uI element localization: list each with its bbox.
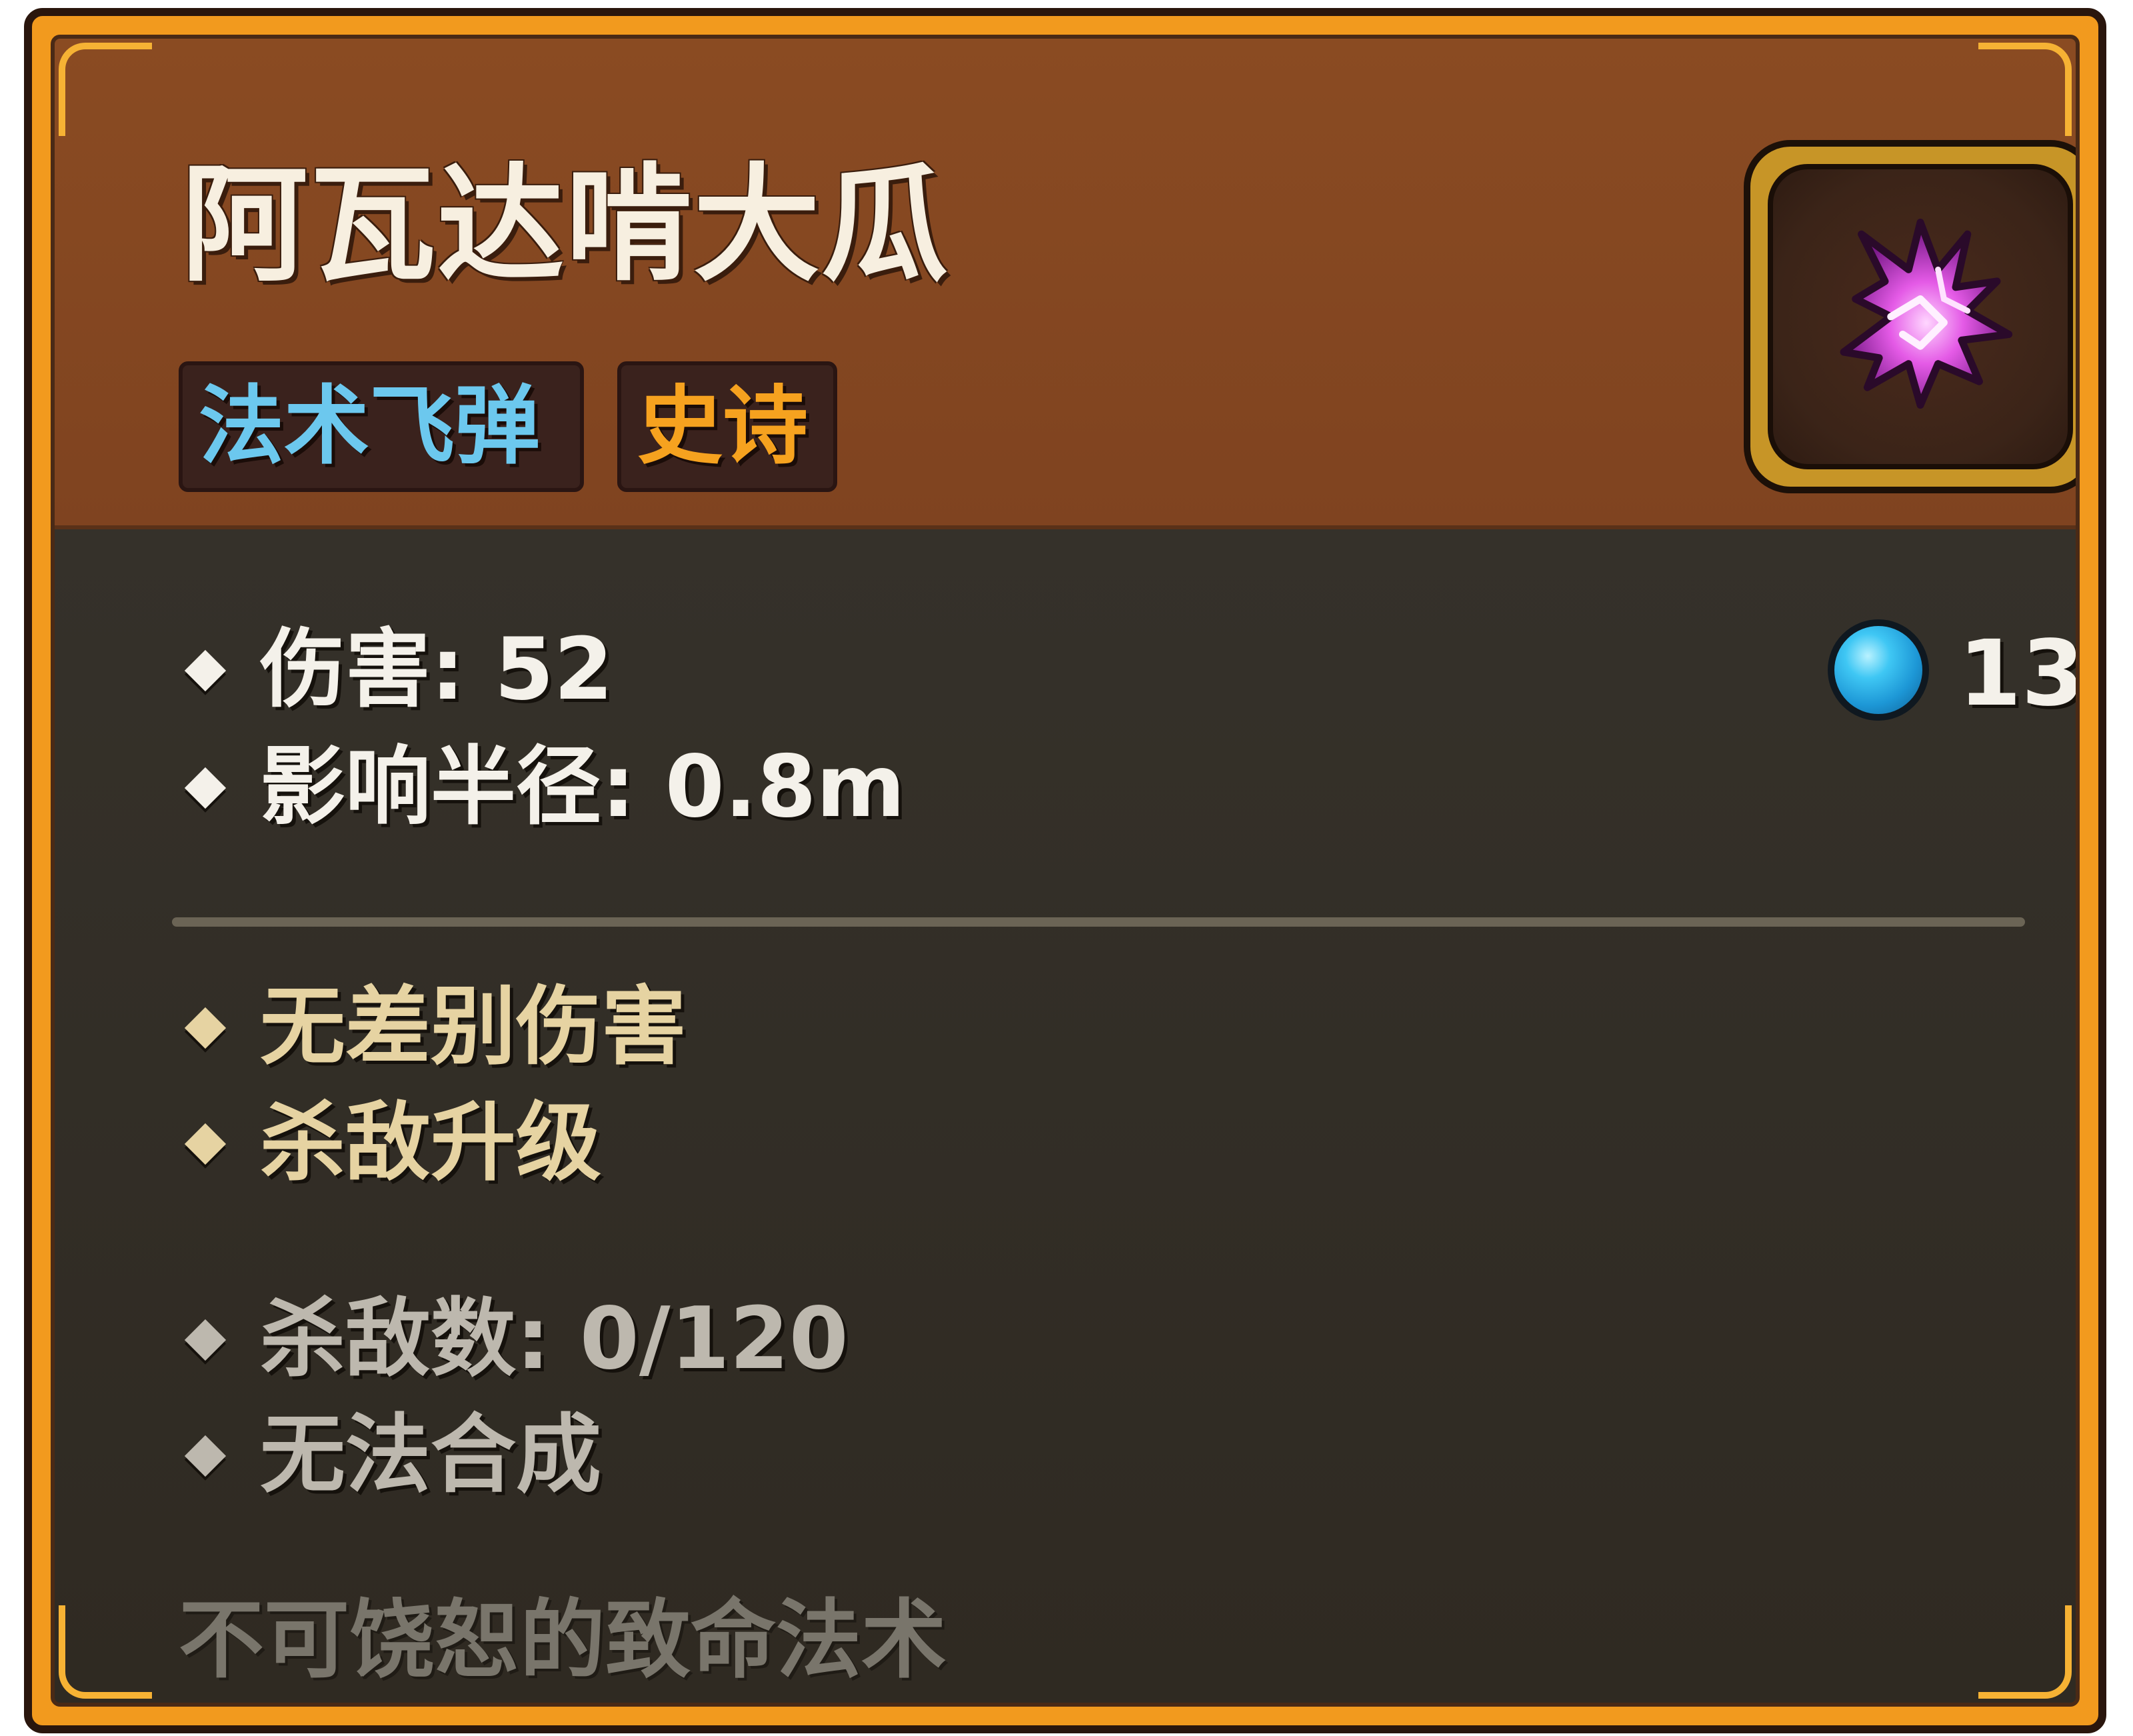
rarity-tag: 史诗 bbox=[617, 361, 837, 492]
bullet-icon bbox=[184, 1319, 227, 1361]
bullet-icon bbox=[184, 1435, 227, 1477]
mana-cost: 13 bbox=[1828, 617, 2080, 731]
bullet-icon bbox=[184, 767, 227, 809]
item-title: 阿瓦达啃大瓜 bbox=[181, 151, 950, 299]
tooltip-inner: 阿瓦达啃大瓜 法术飞弹 史诗 伤害: 52 影响半径: 0.8m 13 无差别伤… bbox=[51, 35, 2080, 1707]
craft-status: 无法合成 bbox=[181, 1399, 601, 1512]
radius-stat: 影响半径: 0.8m bbox=[181, 731, 905, 844]
item-tooltip-card: 阿瓦达啃大瓜 法术飞弹 史诗 伤害: 52 影响半径: 0.8m 13 无差别伤… bbox=[24, 8, 2106, 1733]
tooltip-header: 阿瓦达啃大瓜 法术飞弹 史诗 bbox=[55, 39, 2076, 529]
section-divider bbox=[172, 917, 2025, 927]
kill-count: 杀敌数: 0/120 bbox=[181, 1283, 849, 1396]
corner-ornament bbox=[1978, 43, 2072, 136]
trait-label: 无差别伤害 bbox=[260, 977, 687, 1077]
kill-count-label: 杀敌数: 0/120 bbox=[260, 1289, 849, 1389]
bullet-icon bbox=[184, 649, 227, 692]
bullet-icon bbox=[184, 1007, 227, 1049]
mana-orb-icon bbox=[1828, 619, 1929, 721]
trait-label: 杀敌升级 bbox=[260, 1093, 602, 1193]
corner-ornament bbox=[59, 43, 152, 136]
trait-item: 杀敌升级 bbox=[181, 1087, 601, 1200]
flavor-text: 不可饶恕的致命法术 bbox=[179, 1591, 947, 1690]
radius-stat-label: 影响半径: 0.8m bbox=[260, 737, 905, 837]
item-icon-slot bbox=[1768, 164, 2073, 469]
mana-cost-value: 13 bbox=[1958, 621, 2080, 727]
item-icon-frame bbox=[1744, 140, 2076, 493]
craft-status-label: 无法合成 bbox=[260, 1405, 602, 1505]
damage-stat-label: 伤害: 52 bbox=[260, 620, 613, 719]
corner-ornament bbox=[1978, 1605, 2072, 1699]
damage-stat: 伤害: 52 bbox=[181, 613, 613, 727]
type-tag: 法术飞弹 bbox=[179, 361, 584, 492]
trait-item: 无差别伤害 bbox=[181, 971, 687, 1084]
bullet-icon bbox=[184, 1123, 227, 1165]
corner-ornament bbox=[59, 1605, 152, 1699]
magenta-lightning-icon bbox=[1840, 219, 2013, 409]
